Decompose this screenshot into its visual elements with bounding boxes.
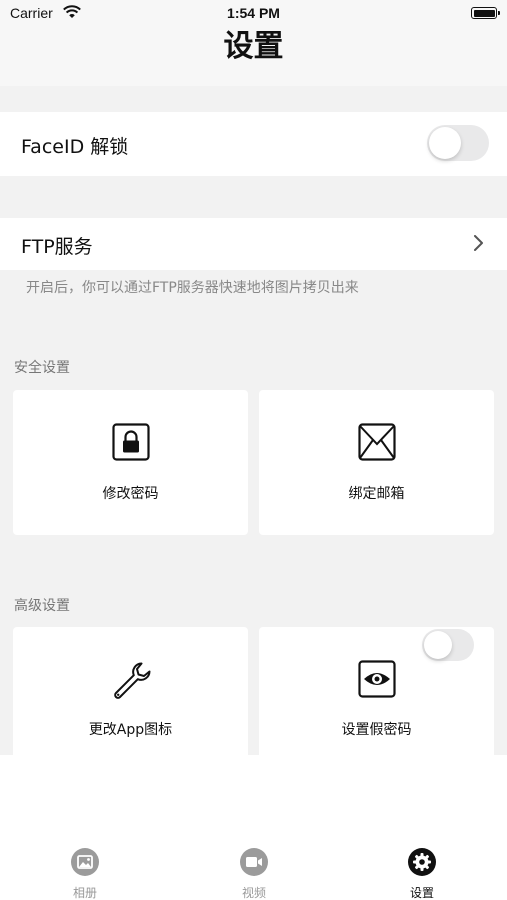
lock-icon — [111, 423, 150, 461]
wrench-icon — [113, 662, 150, 699]
chevron-right-icon — [474, 235, 483, 251]
advanced-section-title: 高级设置 — [14, 598, 70, 614]
ftp-label: FTP服务 — [21, 236, 93, 258]
bind-email-label: 绑定邮箱 — [348, 486, 405, 502]
photo-icon — [71, 848, 99, 876]
ftp-row[interactable]: FTP服务 — [0, 218, 507, 270]
video-icon — [240, 848, 268, 876]
faceid-label: FaceID 解锁 — [21, 136, 129, 158]
security-section-title: 安全设置 — [14, 360, 70, 376]
battery-icon — [471, 7, 500, 19]
envelope-icon — [357, 423, 396, 461]
tab-video-label: 视频 — [241, 886, 266, 900]
eye-icon — [357, 660, 396, 698]
faceid-toggle[interactable] — [427, 125, 489, 161]
tab-album-label: 相册 — [72, 886, 97, 900]
change-app-icon-card[interactable]: 更改App图标 — [13, 627, 248, 755]
toggle-knob — [429, 127, 461, 159]
status-bar: Carrier 1:54 PM — [0, 0, 507, 28]
fake-password-card[interactable]: 设置假密码 — [259, 627, 494, 755]
navigation-bar: 设置 — [0, 28, 507, 86]
tab-settings-label: 设置 — [409, 886, 434, 900]
change-app-icon-label: 更改App图标 — [88, 722, 173, 738]
gear-icon — [408, 848, 436, 876]
fake-password-label: 设置假密码 — [341, 722, 412, 738]
faceid-row: FaceID 解锁 — [0, 112, 507, 176]
change-password-card[interactable]: 修改密码 — [13, 390, 248, 535]
ftp-description: 开启后，你可以通过FTP服务器快速地将图片拷贝出来 — [26, 280, 359, 296]
clock: 1:54 PM — [227, 5, 280, 21]
toggle-knob — [424, 631, 452, 659]
bind-email-card[interactable]: 绑定邮箱 — [259, 390, 494, 535]
fake-password-toggle[interactable] — [422, 629, 474, 661]
tab-bar: 相册 视频 设置 — [0, 840, 507, 900]
page-title: 设置 — [223, 29, 284, 64]
change-password-label: 修改密码 — [102, 486, 159, 502]
